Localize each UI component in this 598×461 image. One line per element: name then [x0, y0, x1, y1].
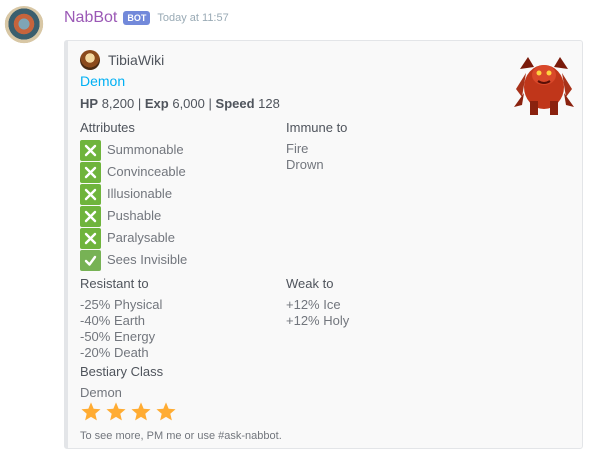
immune-field-name: Immune to	[286, 120, 348, 135]
embed-footer: To see more, PM me or use #ask-nabbot.	[80, 430, 282, 442]
bot-tag: BOT	[123, 11, 151, 25]
resistant-value: -40% Earth	[80, 313, 146, 328]
attribute-label: Sees Invisible	[107, 252, 188, 267]
hp-value: 8,200	[101, 96, 135, 111]
embed-title-link[interactable]: Demon	[80, 73, 125, 89]
hp-label: HP	[80, 96, 99, 111]
attribute-label: Pushable	[107, 208, 162, 223]
resistant-value: -20% Death	[80, 345, 149, 360]
embed: TibiaWiki Demon HP 8,200 | Exp 6,000 | S…	[64, 40, 583, 449]
resistant-field-name: Resistant to	[80, 276, 149, 291]
stat-separator: |	[208, 96, 212, 111]
stat-separator: |	[137, 96, 142, 111]
immune-value: Fire	[286, 141, 309, 156]
exp-label: Exp	[144, 96, 169, 111]
author-icon	[80, 50, 100, 70]
message-timestamp: Today at 11:57	[157, 12, 229, 24]
exp-value: 6,000	[172, 96, 205, 111]
cross-mark-icon	[80, 183, 101, 205]
attribute-label: Illusionable	[107, 186, 173, 201]
attribute-row: Summonable	[80, 139, 187, 161]
immune-list: Fire Drown	[286, 141, 324, 173]
attribute-row: Sees Invisible	[80, 249, 187, 271]
immune-value: Drown	[286, 157, 324, 172]
attribute-row: Convinceable	[80, 161, 187, 183]
star-icon	[131, 402, 151, 421]
username[interactable]: NabBot	[64, 9, 117, 27]
cross-mark-icon	[80, 161, 101, 183]
attributes-field-name: Attributes	[80, 120, 135, 135]
creature-stats: HP 8,200 | Exp 6,000 | Speed 128	[80, 96, 280, 111]
resistant-list: -25% Physical -40% Earth -50% Energy -20…	[80, 297, 162, 361]
bestiary-field-name: Bestiary Class	[80, 364, 164, 379]
bot-avatar[interactable]	[4, 6, 44, 46]
bestiary-stars	[80, 401, 177, 423]
weak-field-name: Weak to	[286, 276, 334, 291]
attribute-label: Paralysable	[107, 230, 175, 245]
weak-value: +12% Ice	[286, 297, 341, 312]
speed-value: 128	[258, 96, 280, 111]
message-header: NabBot BOT Today at 11:57	[64, 8, 229, 28]
attribute-row: Illusionable	[80, 183, 187, 205]
star-icon	[156, 402, 176, 421]
cross-mark-icon	[80, 227, 101, 249]
embed-author: TibiaWiki	[80, 50, 164, 70]
speed-label: Speed	[215, 96, 255, 111]
attribute-row: Pushable	[80, 205, 187, 227]
star-icon	[81, 402, 101, 421]
attribute-row: Paralysable	[80, 227, 187, 249]
demon-thumbnail-image[interactable]	[508, 49, 580, 121]
attributes-list: Summonable Convinceable Illusionable Pus…	[80, 139, 187, 271]
cross-mark-icon	[80, 205, 101, 227]
resistant-value: -25% Physical	[80, 297, 163, 312]
attribute-label: Summonable	[107, 142, 184, 157]
check-mark-icon	[80, 249, 101, 271]
resistant-value: -50% Energy	[80, 329, 156, 344]
weak-value: +12% Holy	[286, 313, 350, 328]
star-icon	[106, 402, 126, 421]
bestiary-class-value: Demon	[80, 385, 122, 400]
cross-mark-icon	[80, 139, 101, 161]
attribute-label: Convinceable	[107, 164, 186, 179]
weak-list: +12% Ice +12% Holy	[286, 297, 349, 329]
embed-author-name: TibiaWiki	[108, 52, 165, 68]
